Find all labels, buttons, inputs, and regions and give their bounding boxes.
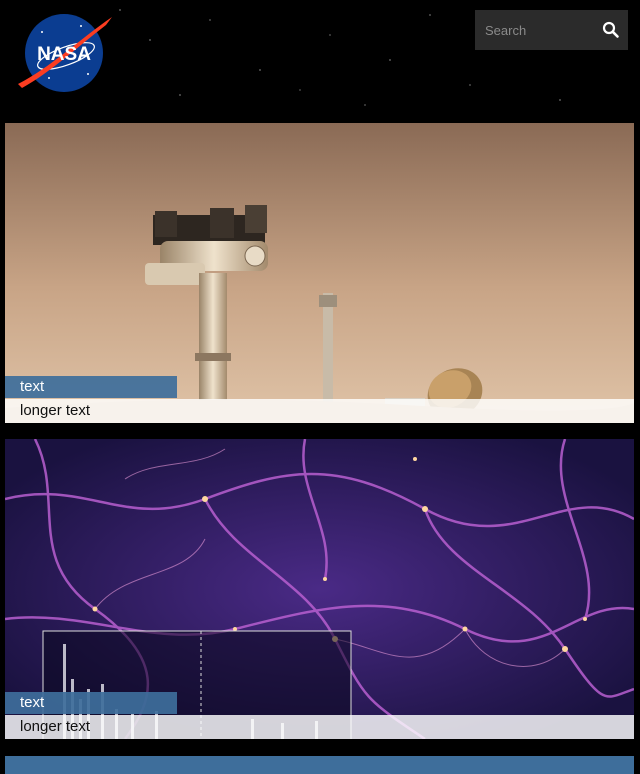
card-caption: longer text (5, 715, 634, 739)
search-icon[interactable] (600, 19, 622, 41)
site-header: NASA (0, 0, 640, 123)
feature-card-rover[interactable]: text longer text (5, 123, 634, 423)
feature-card-cosmic-web[interactable]: text longer text (5, 439, 634, 739)
nasa-logo[interactable]: NASA (16, 12, 114, 92)
search-input[interactable] (485, 22, 595, 38)
logo-wordmark: NASA (37, 44, 91, 65)
card-tag: text (5, 692, 177, 714)
card-caption: longer text (5, 399, 634, 423)
card-tag: text (5, 376, 177, 398)
bottom-card-bar[interactable] (5, 756, 634, 774)
search-box (475, 10, 628, 50)
